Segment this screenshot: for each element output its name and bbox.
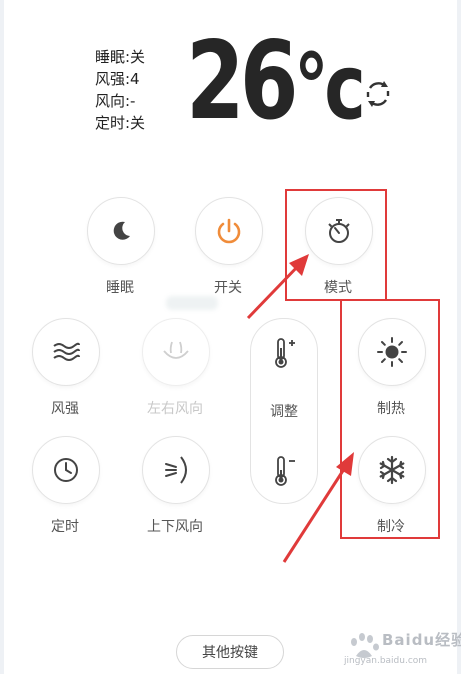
other-keys-button[interactable]: 其他按键 (176, 635, 284, 669)
arrow-to-cool (282, 452, 354, 563)
watermark-text: Baidu经验 (382, 631, 461, 649)
annotation-arrows (246, 254, 354, 563)
watermark-url: jingyan.baidu.com (344, 656, 428, 666)
arrow-to-mode (246, 254, 309, 320)
